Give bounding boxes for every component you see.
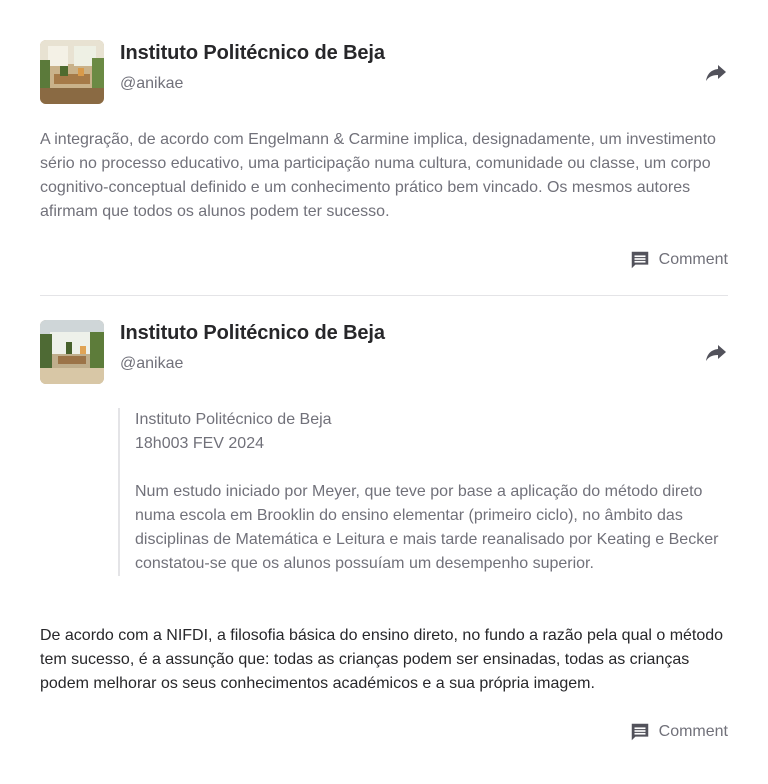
feed: Instituto Politécnico de Beja @anikae A …: [0, 0, 768, 784]
comment-label: Comment: [658, 723, 728, 740]
share-arrow-icon: [706, 65, 726, 81]
author-handle[interactable]: @anikae: [120, 75, 183, 93]
post-text: De acordo com a NIFDI, a filosofia básic…: [40, 627, 724, 692]
avatar[interactable]: [40, 320, 104, 384]
post-text: A integração, de acordo com Engelmann & …: [40, 131, 716, 220]
author-handle[interactable]: @anikae: [120, 355, 183, 373]
quoted-post[interactable]: Instituto Politécnico de Beja 18h003 FEV…: [118, 408, 745, 576]
quote-date: 18h003 FEV 2024: [135, 435, 264, 452]
quote-text: Num estudo iniciado por Meyer, que teve …: [135, 483, 719, 572]
comment-icon: [631, 251, 648, 269]
share-button[interactable]: [704, 340, 728, 364]
share-arrow-icon: [706, 345, 726, 361]
post: Instituto Politécnico de Beja @anikae In…: [40, 320, 728, 741]
share-button[interactable]: [704, 60, 728, 84]
comment-label: Comment: [658, 251, 728, 268]
comment-icon: [631, 723, 648, 741]
avatar[interactable]: [40, 40, 104, 104]
post: Instituto Politécnico de Beja @anikae A …: [40, 40, 728, 269]
author-name[interactable]: Instituto Politécnico de Beja: [120, 322, 385, 345]
post-header: Instituto Politécnico de Beja @anikae: [40, 40, 728, 104]
post-header: Instituto Politécnico de Beja @anikae: [40, 320, 728, 384]
comment-button[interactable]: Comment: [629, 248, 728, 272]
divider: [40, 295, 728, 296]
author-name[interactable]: Instituto Politécnico de Beja: [120, 42, 385, 65]
quote-source: Instituto Politécnico de Beja: [135, 411, 332, 428]
comment-button[interactable]: Comment: [629, 720, 728, 744]
